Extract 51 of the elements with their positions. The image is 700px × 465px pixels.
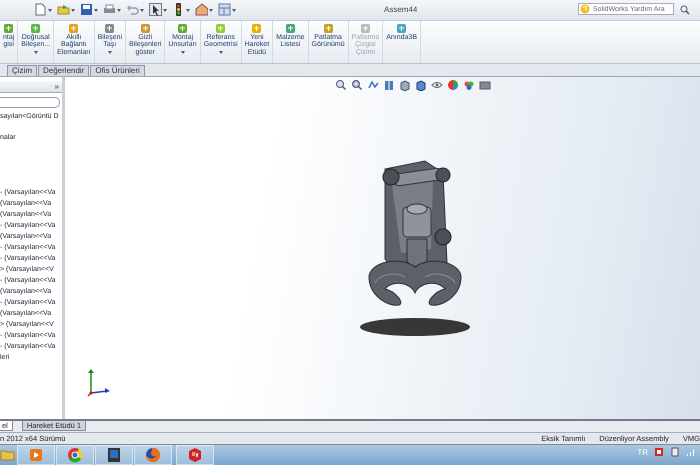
- window-icon: [106, 447, 122, 463]
- window-layout-icon: [218, 3, 231, 16]
- open-folder-icon: [57, 3, 70, 16]
- network-signal-icon: [686, 447, 696, 457]
- command-tab[interactable]: Çizim: [7, 64, 37, 76]
- caret-icon: [94, 8, 98, 12]
- view-orientation-icon: [399, 78, 411, 91]
- tool-icon: [360, 22, 371, 34]
- previous-view-icon: [367, 78, 379, 91]
- tool-icon: [284, 22, 296, 34]
- scene-icon: [463, 78, 475, 91]
- display-style-icon: [415, 78, 427, 91]
- help-icon: [580, 4, 590, 14]
- filter-field[interactable]: [0, 96, 60, 108]
- tool-icon: [251, 22, 262, 34]
- taskbar-app-button[interactable]: [134, 445, 172, 465]
- tool-icon: [215, 22, 226, 34]
- chrome-icon: [67, 447, 83, 463]
- tool-icon: [104, 22, 116, 34]
- tool-icon: [3, 22, 14, 34]
- zoom-area-icon: [351, 78, 363, 91]
- appearance-icon: [447, 78, 459, 91]
- caret-icon: [140, 8, 144, 12]
- tool-icon: [68, 22, 80, 34]
- tray-app-icon: [654, 447, 664, 457]
- tool-icon: [30, 22, 42, 34]
- axis-triad-icon: [87, 368, 110, 396]
- undo-icon: [126, 3, 139, 16]
- select-pointer-icon: [149, 3, 162, 16]
- command-tab[interactable]: Ofis Ürünleri: [90, 64, 145, 76]
- collapse-panel-button[interactable]: »: [54, 82, 62, 91]
- media-player-icon: [28, 447, 44, 463]
- save-icon: [80, 3, 93, 16]
- firefox-icon: [145, 447, 161, 463]
- caret-icon: [117, 8, 121, 12]
- tool-icon: [322, 22, 334, 34]
- view-settings-icon: [479, 78, 491, 91]
- tool-icon: [177, 22, 188, 34]
- zoom-fit-icon: [335, 78, 347, 91]
- taskbar-app-button[interactable]: [95, 445, 133, 465]
- caret-icon: [186, 8, 190, 12]
- search-icon: [680, 5, 690, 15]
- options-house-icon: [195, 3, 208, 16]
- tray-device-icon: [670, 447, 680, 457]
- caret-icon: [48, 8, 52, 12]
- new-file-icon: [34, 3, 47, 16]
- window-title: Assem44: [384, 5, 418, 14]
- tool-icon: [396, 22, 408, 34]
- command-tab[interactable]: Değerlendir: [38, 64, 90, 76]
- section-view-icon: [383, 78, 395, 91]
- tool-icon: [140, 22, 151, 34]
